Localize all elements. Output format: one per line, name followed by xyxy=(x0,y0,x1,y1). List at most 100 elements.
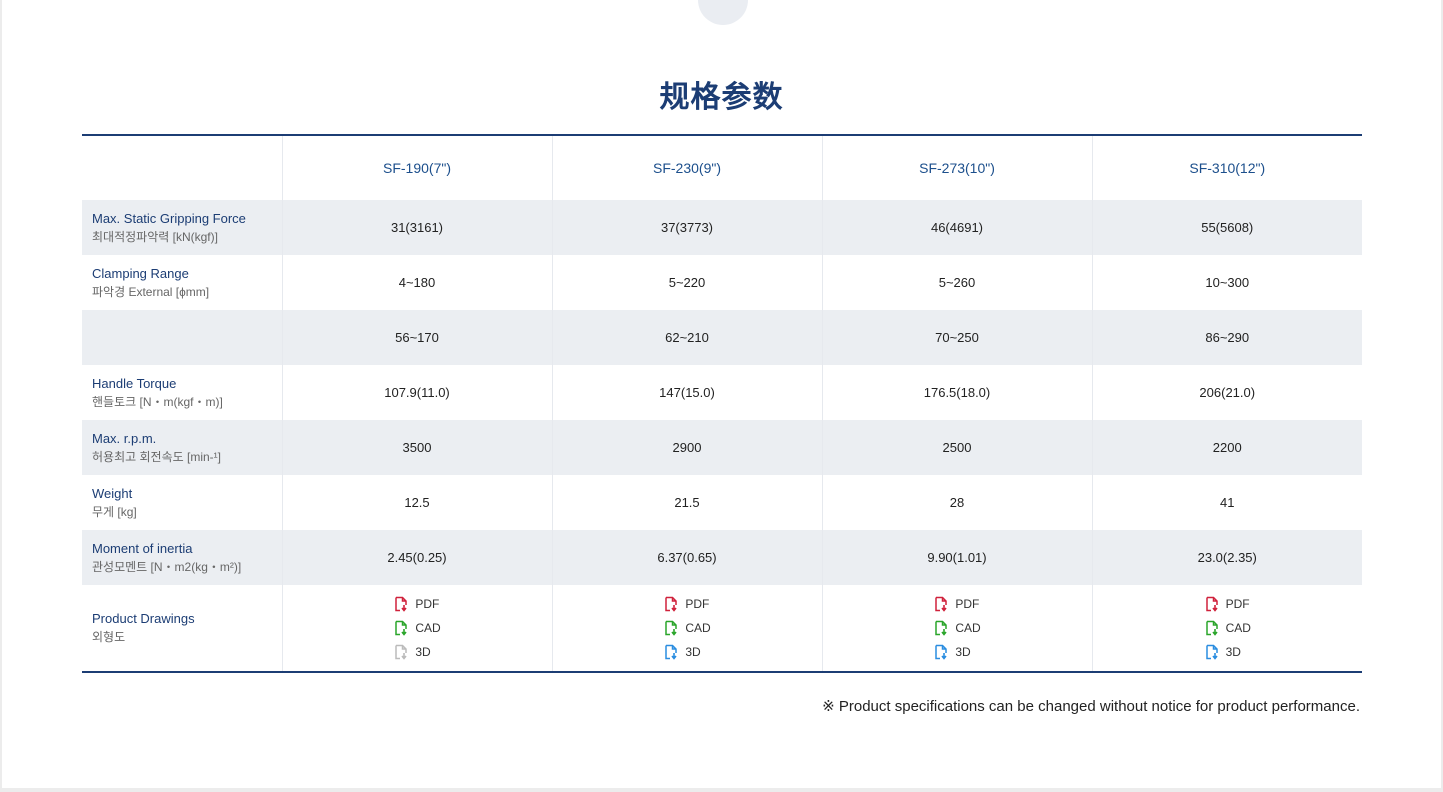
download-3d-link[interactable]: 3D xyxy=(393,640,440,664)
spec-row-max-rpm: Max. r.p.m. 허용최고 회전속도 [min-¹] 3500 2900 … xyxy=(82,420,1362,475)
model-header: SF-230(9") xyxy=(551,135,822,200)
download-pdf-link[interactable]: PDF xyxy=(933,592,980,616)
download-list: PDF CAD 3D xyxy=(663,592,711,664)
download-pdf-link[interactable]: PDF xyxy=(393,592,440,616)
download-label: CAD xyxy=(415,621,441,635)
spec-value: 12.5 xyxy=(281,475,552,530)
3d-file-icon xyxy=(1205,644,1218,660)
row-label-ko: 최대적정파악력 [kN(kgf)] xyxy=(92,229,218,244)
spec-row-moment-of-inertia: Moment of inertia 관성모멘트 [N・m2(kg・m²)] 2.… xyxy=(82,530,1362,585)
download-pdf-link[interactable]: PDF xyxy=(1204,592,1251,616)
spec-value: 3500 xyxy=(281,420,552,475)
spec-value: 2500 xyxy=(821,420,1092,475)
model-header: SF-190(7") xyxy=(281,135,552,200)
row-label-ko: 관성모멘트 [N・m2(kg・m²)] xyxy=(92,559,242,574)
pdf-file-icon xyxy=(395,596,408,612)
spec-value: 9.90(1.01) xyxy=(821,530,1092,585)
cad-file-icon xyxy=(935,620,948,636)
spec-value: 176.5(18.0) xyxy=(821,365,1092,420)
pdf-file-icon xyxy=(1205,596,1218,612)
spec-value: 86~290 xyxy=(1091,310,1362,365)
row-label-en: Max. Static Gripping Force xyxy=(92,210,246,226)
download-label: PDF xyxy=(415,597,440,611)
download-label: 3D xyxy=(1225,645,1241,659)
spec-value: 2900 xyxy=(551,420,822,475)
row-label-en: Weight xyxy=(92,485,133,501)
download-cad-link[interactable]: CAD xyxy=(1204,616,1251,640)
download-list: PDF CAD 3D xyxy=(933,592,981,664)
row-label-en: Product Drawings xyxy=(92,611,195,626)
drawings-cell: PDF CAD 3D xyxy=(1091,585,1362,672)
3d-file-icon xyxy=(935,644,948,660)
spec-value: 62~210 xyxy=(551,310,822,365)
spec-value: 55(5608) xyxy=(1091,200,1362,255)
row-label: Handle Torque 핸들토크 [N・m(kgf・m)] xyxy=(82,365,282,420)
spec-table: SF-190(7") SF-230(9") SF-273(10") SF-310… xyxy=(82,134,1362,673)
row-label-en: Handle Torque xyxy=(92,375,177,391)
pdf-file-icon xyxy=(665,596,678,612)
row-label: Clamping Range 파악경 External [ɸmm] xyxy=(82,255,282,310)
row-label-ko: 핸들토크 [N・m(kgf・m)] xyxy=(92,394,223,409)
download-label: PDF xyxy=(1225,597,1250,611)
drawings-cell: PDF CAD 3D xyxy=(551,585,822,672)
row-label: Weight 무게 [kg] xyxy=(82,475,282,530)
spec-row-handle-torque: Handle Torque 핸들토크 [N・m(kgf・m)] 107.9(11… xyxy=(82,365,1362,420)
spec-value: 37(3773) xyxy=(551,200,822,255)
spec-value: 5~260 xyxy=(821,255,1092,310)
download-label: PDF xyxy=(955,597,980,611)
header-row: SF-190(7") SF-230(9") SF-273(10") SF-310… xyxy=(82,135,1362,200)
download-label: PDF xyxy=(685,597,710,611)
row-label-en: Moment of inertia xyxy=(92,540,193,556)
spec-value: 56~170 xyxy=(281,310,552,365)
cad-file-icon xyxy=(1205,620,1218,636)
spec-value: 28 xyxy=(821,475,1092,530)
row-label-ko: 무게 [kg] xyxy=(92,504,137,519)
cad-file-icon xyxy=(665,620,678,636)
download-label: CAD xyxy=(955,621,981,635)
spec-row-gripping-force: Max. Static Gripping Force 최대적정파악력 [kN(k… xyxy=(82,200,1362,255)
row-label xyxy=(82,310,282,365)
download-cad-link[interactable]: CAD xyxy=(933,616,981,640)
spec-value: 2200 xyxy=(1091,420,1362,475)
download-cad-link[interactable]: CAD xyxy=(663,616,711,640)
spec-row-clamping-range-2: 56~170 62~210 70~250 86~290 xyxy=(82,310,1362,365)
3d-file-icon xyxy=(395,644,408,660)
page: 规格参数 SF-190(7") SF-230(9") SF-273(10") S… xyxy=(2,0,1441,788)
row-label: Product Drawings 외형도 xyxy=(82,585,282,672)
download-label: CAD xyxy=(685,621,711,635)
download-3d-link[interactable]: 3D xyxy=(663,640,710,664)
spec-value: 41 xyxy=(1091,475,1362,530)
3d-file-icon xyxy=(665,644,678,660)
spec-value: 23.0(2.35) xyxy=(1091,530,1362,585)
row-label: Moment of inertia 관성모멘트 [N・m2(kg・m²)] xyxy=(82,530,282,585)
drawings-cell: PDF CAD 3D xyxy=(821,585,1092,672)
download-3d-link[interactable]: 3D xyxy=(933,640,980,664)
spec-value: 206(21.0) xyxy=(1091,365,1362,420)
pdf-file-icon xyxy=(935,596,948,612)
download-list: PDF CAD 3D xyxy=(393,592,441,664)
spec-row-weight: Weight 무게 [kg] 12.5 21.5 28 41 xyxy=(82,475,1362,530)
spec-value: 21.5 xyxy=(551,475,822,530)
spec-value: 107.9(11.0) xyxy=(281,365,552,420)
spec-value: 6.37(0.65) xyxy=(551,530,822,585)
row-label-ko: 허용최고 회전속도 [min-¹] xyxy=(92,449,221,464)
model-header: SF-310(12") xyxy=(1091,135,1362,200)
spec-value: 70~250 xyxy=(821,310,1092,365)
download-label: 3D xyxy=(685,645,701,659)
download-pdf-link[interactable]: PDF xyxy=(663,592,710,616)
download-label: CAD xyxy=(1225,621,1251,635)
row-label-en: Clamping Range xyxy=(92,265,189,281)
scroll-indicator-circle[interactable] xyxy=(698,0,748,25)
row-label-ko: 파악경 External [ɸmm] xyxy=(92,284,210,299)
spec-value: 147(15.0) xyxy=(551,365,822,420)
disclaimer-note: ※ Product specifications can be changed … xyxy=(822,698,1360,715)
row-label: Max. Static Gripping Force 최대적정파악력 [kN(k… xyxy=(82,200,282,255)
spec-row-product-drawings: Product Drawings 외형도 PDF CAD 3D PDF CAD 3D P… xyxy=(82,585,1362,672)
download-cad-link[interactable]: CAD xyxy=(393,616,441,640)
download-3d-link[interactable]: 3D xyxy=(1204,640,1251,664)
spec-value: 31(3161) xyxy=(281,200,552,255)
download-label: 3D xyxy=(415,645,431,659)
download-label: 3D xyxy=(955,645,971,659)
spec-value: 5~220 xyxy=(551,255,822,310)
row-label-en: Max. r.p.m. xyxy=(92,430,157,446)
